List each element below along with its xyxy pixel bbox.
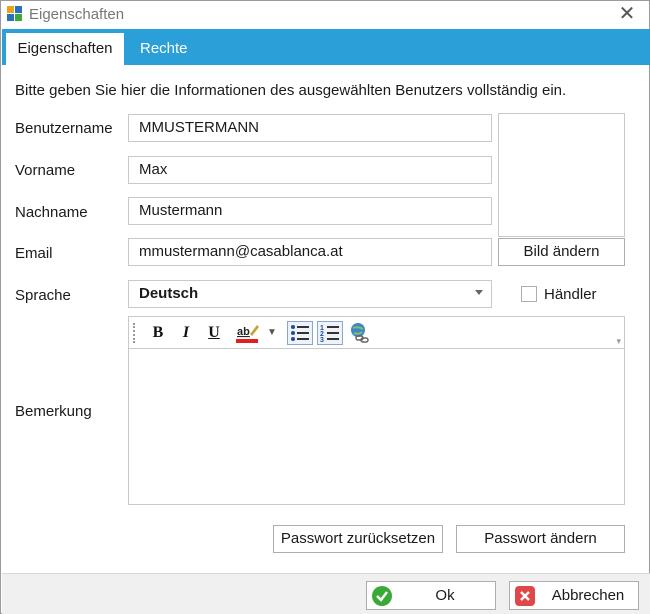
ok-button[interactable]: Ok (366, 581, 496, 610)
language-selected-value: Deutsch (139, 285, 199, 302)
tab-bar: Eigenschaften Rechte (2, 29, 650, 65)
toolbar-grip (133, 323, 135, 343)
instruction-text: Bitte geben Sie hier die Informationen d… (15, 82, 567, 99)
username-label: Benutzername (15, 120, 113, 137)
remark-textarea[interactable] (129, 350, 624, 504)
tab-rechte[interactable]: Rechte (130, 33, 198, 65)
remark-label: Bemerkung (15, 403, 92, 420)
change-picture-button[interactable]: Bild ändern (498, 238, 625, 266)
ok-button-label: Ok (435, 587, 455, 604)
cancel-button[interactable]: Abbrechen (509, 581, 639, 610)
dealer-checkbox[interactable] (521, 286, 537, 302)
app-icon (7, 6, 23, 22)
bold-icon[interactable]: B (147, 321, 169, 345)
lastname-field[interactable]: Mustermann (128, 197, 492, 225)
reset-password-button[interactable]: Passwort zurücksetzen (273, 525, 443, 553)
bullet-list-icon[interactable] (287, 321, 313, 345)
email-field[interactable]: mmustermann@casablanca.at (128, 238, 492, 266)
window-title: Eigenschaften (29, 6, 125, 23)
highlight-color-icon[interactable]: ab (235, 321, 259, 345)
numbered-list-icon[interactable]: 1 2 3 (317, 321, 343, 345)
cancel-button-label: Abbrechen (551, 587, 625, 604)
svg-text:ab: ab (237, 326, 250, 338)
chevron-down-icon (475, 290, 483, 295)
language-select[interactable]: Deutsch (128, 280, 492, 308)
toolbar-overflow-icon[interactable]: ▾ (616, 337, 621, 346)
highlight-dropdown-icon[interactable]: ▼ (266, 321, 278, 345)
email-label: Email (15, 245, 53, 262)
svg-text:3: 3 (320, 337, 324, 344)
italic-icon[interactable]: I (175, 321, 197, 345)
language-label: Sprache (15, 287, 71, 304)
dealer-label: Händler (544, 286, 597, 303)
editor-toolbar: B I U ab ▼ 1 2 3 ▾ (129, 317, 624, 349)
remark-editor: B I U ab ▼ 1 2 3 ▾ (128, 316, 625, 505)
change-password-button[interactable]: Passwort ändern (456, 525, 625, 553)
username-field[interactable]: MMUSTERMANN (128, 114, 492, 142)
firstname-label: Vorname (15, 162, 76, 179)
close-icon[interactable]: ✕ (615, 3, 639, 27)
title-bar: Eigenschaften ✕ (1, 1, 649, 29)
check-icon (372, 586, 392, 606)
dialog-footer: Ok Abbrechen (2, 573, 650, 614)
tab-eigenschaften[interactable]: Eigenschaften (6, 33, 124, 65)
insert-link-icon[interactable] (347, 321, 371, 345)
underline-icon[interactable]: U (203, 321, 225, 345)
user-photo (498, 113, 625, 237)
properties-dialog: Eigenschaften ✕ Eigenschaften Rechte Bit… (0, 0, 650, 614)
lastname-label: Nachname (15, 204, 88, 221)
firstname-field[interactable]: Max (128, 156, 492, 184)
cancel-icon (515, 586, 535, 606)
